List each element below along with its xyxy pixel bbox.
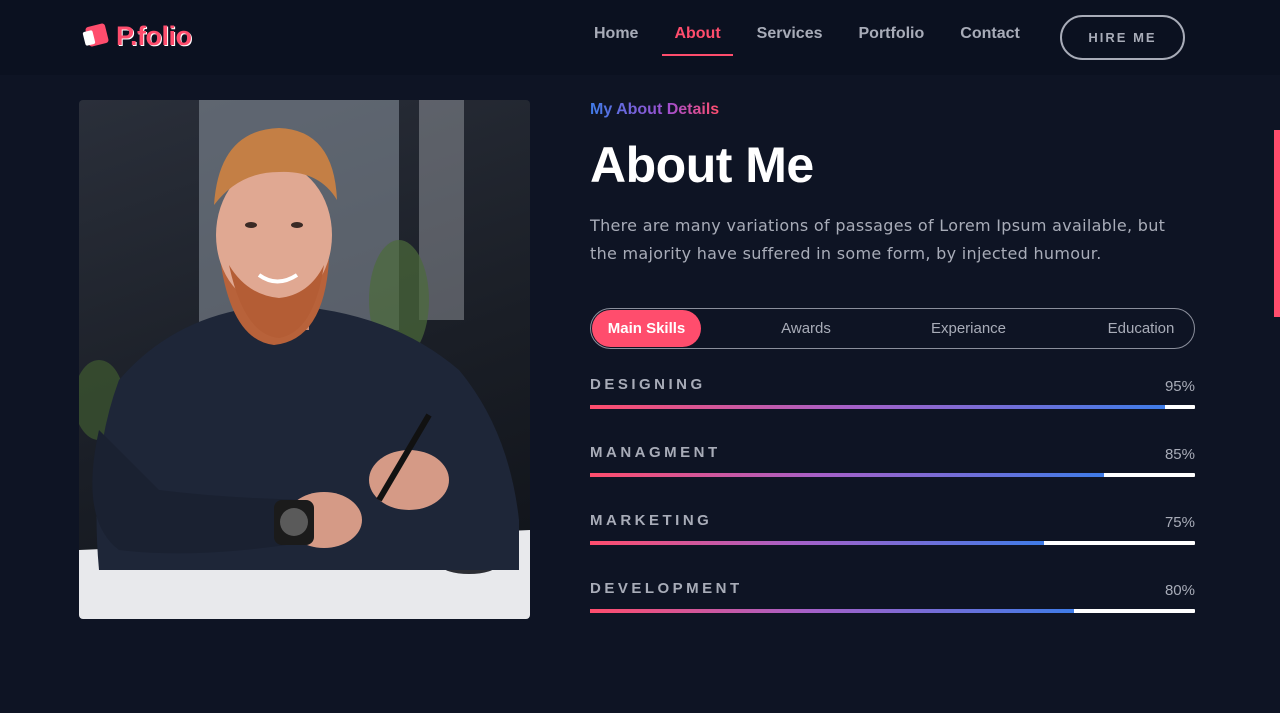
site-header: P.folio Home About Services Portfolio Co… — [0, 0, 1280, 75]
profile-photo — [79, 100, 530, 619]
tab-education[interactable]: Education — [1091, 310, 1191, 347]
skill-name: DEVELOPMENT — [590, 580, 743, 597]
progress-fill — [590, 473, 1105, 477]
nav-item-about[interactable]: About — [662, 22, 733, 56]
progress-fill — [590, 541, 1044, 545]
nav-item-portfolio[interactable]: Portfolio — [855, 22, 929, 56]
about-kicker: My About Details — [590, 101, 720, 118]
hire-me-button[interactable]: HIRE ME — [1060, 15, 1185, 60]
progress-track — [590, 405, 1195, 409]
skill-managment: MANAGMENT 85% — [590, 444, 1195, 494]
nav-item-services[interactable]: Services — [753, 22, 827, 56]
scroll-indicator[interactable] — [1274, 130, 1280, 317]
nav-item-home[interactable]: Home — [590, 22, 642, 56]
skill-percent: 95% — [1164, 378, 1195, 395]
skill-name: MARKETING — [590, 512, 713, 529]
logo-mark-icon — [82, 22, 112, 49]
about-intro: There are many variations of passages of… — [590, 216, 1166, 263]
skill-percent: 85% — [1164, 446, 1195, 463]
page-title: About Me — [590, 137, 814, 193]
nav-item-contact[interactable]: Contact — [956, 22, 1024, 56]
progress-track — [590, 541, 1195, 545]
brand-name: P.folio — [116, 20, 192, 51]
skill-marketing: MARKETING 75% — [590, 512, 1195, 562]
tab-main-skills[interactable]: Main Skills — [592, 310, 701, 347]
main-nav: Home About Services Portfolio Contact — [590, 22, 1052, 56]
progress-fill — [590, 405, 1165, 409]
skill-name: MANAGMENT — [590, 444, 721, 461]
skill-percent: 75% — [1164, 514, 1195, 531]
progress-track — [590, 609, 1195, 613]
skill-name: DESIGNING — [590, 376, 706, 393]
brand-logo[interactable]: P.folio — [82, 20, 192, 52]
progress-track — [590, 473, 1195, 477]
skill-designing: DESIGNING 95% — [590, 376, 1195, 426]
progress-fill — [590, 609, 1074, 613]
tab-experiance[interactable]: Experiance — [911, 310, 1026, 347]
skills-tabs: Main Skills Awards Experiance Education — [590, 308, 1195, 349]
tab-awards[interactable]: Awards — [751, 310, 861, 347]
skill-percent: 80% — [1164, 582, 1195, 599]
profile-photo-illustration — [79, 100, 530, 619]
skill-development: DEVELOPMENT 80% — [590, 580, 1195, 630]
